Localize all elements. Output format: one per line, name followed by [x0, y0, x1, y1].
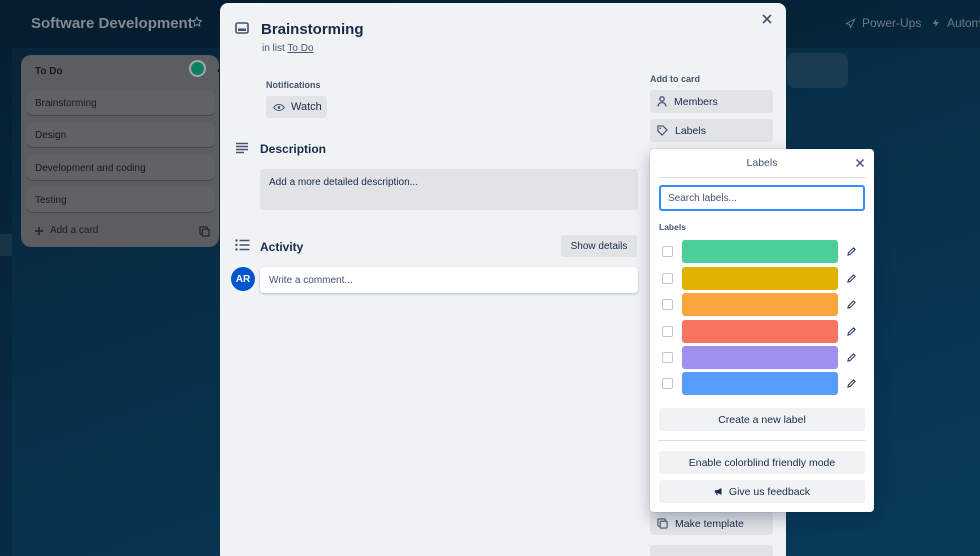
label-checkbox[interactable]: [662, 246, 673, 257]
eye-icon: [273, 103, 285, 112]
pencil-icon[interactable]: [847, 300, 856, 309]
list-item[interactable]: Design: [27, 122, 215, 147]
watch-label: Watch: [291, 101, 322, 113]
label-color-green[interactable]: [682, 240, 838, 263]
star-icon[interactable]: [191, 16, 203, 28]
text-lines-icon: [235, 142, 249, 154]
pencil-icon[interactable]: [847, 327, 856, 336]
label-checkbox[interactable]: [662, 378, 673, 389]
card-list-link: in list To Do: [262, 43, 314, 54]
board-sidebar-collapsed[interactable]: [0, 48, 12, 556]
power-ups-button[interactable]: Power-Ups: [845, 16, 921, 30]
megaphone-icon: [714, 487, 724, 496]
close-icon[interactable]: [855, 158, 865, 168]
add-to-card-label: Add to card: [650, 74, 701, 84]
watch-button[interactable]: Watch: [266, 96, 327, 118]
description-input[interactable]: Add a more detailed description...: [260, 169, 638, 210]
label-checkbox[interactable]: [662, 273, 673, 284]
add-list-placeholder[interactable]: [787, 53, 848, 88]
automation-button[interactable]: Automa: [931, 16, 980, 30]
plus-icon: [34, 226, 44, 236]
label-color-yellow[interactable]: [682, 267, 838, 290]
notifications-label: Notifications: [266, 80, 321, 90]
list-item[interactable]: Development and coding: [27, 155, 215, 180]
list-to-do: To Do •••: [21, 55, 231, 247]
list-name-link[interactable]: To Do: [287, 43, 313, 54]
avatar[interactable]: AR: [231, 267, 255, 291]
comment-input[interactable]: Write a comment...: [260, 267, 638, 293]
sidebar-button-partial[interactable]: [650, 545, 773, 556]
colorblind-mode-button[interactable]: Enable colorblind friendly mode: [659, 451, 865, 474]
label-color-red[interactable]: [682, 320, 838, 343]
power-ups-label: Power-Ups: [862, 16, 922, 30]
labels-section-label: Labels: [659, 222, 686, 232]
pencil-icon[interactable]: [847, 379, 856, 388]
close-icon[interactable]: [761, 13, 773, 25]
label-checkbox[interactable]: [662, 299, 673, 310]
make-template-label: Make template: [675, 517, 744, 530]
labels-popover: Labels Labels Create a new label Enable …: [650, 149, 874, 512]
board-title[interactable]: Software Development: [31, 15, 193, 32]
rocket-icon: [845, 17, 856, 29]
template-icon[interactable]: [199, 226, 210, 237]
sidebar-active-mark: [0, 234, 12, 256]
activity-title: Activity: [260, 240, 304, 254]
list-item[interactable]: Testing: [27, 187, 215, 212]
list-title[interactable]: To Do: [35, 66, 63, 77]
automation-label: Automa: [947, 16, 980, 30]
feedback-label: Give us feedback: [728, 485, 811, 498]
search-labels-input[interactable]: [659, 185, 865, 211]
label-color-blue[interactable]: [682, 372, 838, 395]
label-checkbox[interactable]: [662, 326, 673, 337]
list-item[interactable]: Brainstorming: [27, 90, 215, 115]
label-color-orange[interactable]: [682, 293, 838, 316]
add-card-label: Add a card: [50, 225, 99, 236]
labels-label: Labels: [675, 124, 706, 137]
grammarly-icon[interactable]: [189, 60, 206, 77]
divider: [658, 440, 866, 441]
description-title: Description: [260, 142, 327, 156]
labels-button[interactable]: Labels: [650, 119, 773, 142]
divider: [658, 177, 866, 178]
bolt-icon: [931, 17, 941, 29]
popover-title: Labels: [746, 157, 778, 169]
list-icon: [235, 239, 250, 251]
person-icon: [657, 96, 667, 107]
pencil-icon[interactable]: [847, 274, 856, 283]
members-button[interactable]: Members: [650, 90, 773, 113]
in-list-prefix: in list: [262, 43, 285, 54]
make-template-button[interactable]: Make template: [650, 512, 773, 535]
pencil-icon[interactable]: [847, 353, 856, 362]
members-label: Members: [674, 95, 718, 108]
card-icon: [235, 22, 249, 34]
template-icon: [657, 518, 668, 529]
label-checkbox[interactable]: [662, 352, 673, 363]
create-label-button[interactable]: Create a new label: [659, 408, 865, 431]
show-details-button[interactable]: Show details: [561, 235, 637, 257]
label-color-purple[interactable]: [682, 346, 838, 369]
tag-icon: [657, 125, 668, 136]
add-card-button[interactable]: Add a card: [34, 225, 98, 236]
pencil-icon[interactable]: [847, 247, 856, 256]
feedback-button[interactable]: Give us feedback: [659, 480, 865, 503]
card-title[interactable]: Brainstorming: [261, 21, 364, 38]
